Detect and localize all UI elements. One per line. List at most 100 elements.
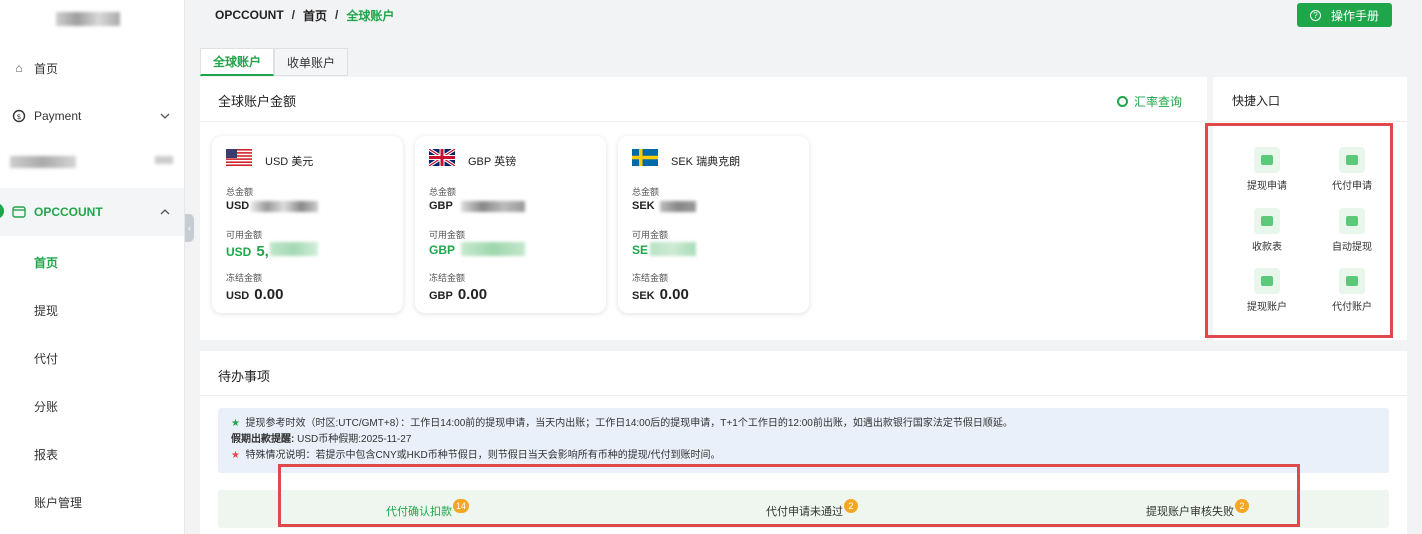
quick-item-label: 收款表 [1252,242,1282,253]
total-currency-code: GBP [429,200,453,212]
frozen-currency-code: SEK [632,290,655,302]
payment-icon: $ [12,109,26,123]
currency-name: GBP 英镑 [468,156,517,168]
sidebar: ⌂ 首页 $ Payment OPCCOUNT 首页 提现 代付 分账 报表 账… [0,0,185,534]
frozen-currency-code: USD [226,290,250,302]
sidebar-item-label: 首页 [34,61,59,76]
breadcrumb-separator: / [291,8,296,22]
breadcrumb-root[interactable]: OPCCOUNT [215,8,284,22]
header: OPCCOUNT / 首页 / 全球账户 ? 操作手册 [200,0,1407,30]
masked-amount [270,242,318,256]
available-label: 可用金额 [226,230,263,240]
available-currency-code: GBP [429,243,456,257]
star-icon: ★ [231,450,240,461]
notice-text: 特殊情况说明：若提示中包含CNY或HKD币种节假日，则节假日当天会影响所有币种的… [245,450,721,461]
frozen-amount: USD 0.00 [226,286,283,303]
breadcrumb-current: 全球账户 [346,8,395,23]
quick-receipt-table[interactable]: 收款表 [1237,208,1297,253]
quick-item-label: 代付申请 [1332,181,1372,192]
frozen-value: 0.00 [659,286,689,303]
masked-amount [250,201,318,212]
currency-name: USD 美元 [265,156,314,168]
frozen-label: 冻结金额 [632,273,669,283]
available-amount: USD 5, [226,243,269,260]
quick-item-label: 代付账户 [1332,302,1372,313]
star-icon: ★ [231,418,240,429]
currency-card-gbp[interactable]: GBP 英镑 总金额 GBP 可用金额 GBP 冻结金额 GBP 0.00 [415,136,606,313]
breadcrumb-home[interactable]: 首页 [303,7,327,24]
panel-title: 全球账户金额 [218,94,297,109]
uk-flag-icon [429,149,455,166]
payout-request-icon [1339,147,1365,173]
refresh-icon [1116,96,1128,107]
sidebar-item-home[interactable]: ⌂ 首页 [0,44,184,92]
breadcrumb-separator: / [335,8,339,22]
chevron-up-icon [160,206,170,218]
highlight-box-todo-items [278,464,1300,527]
tab-global-account[interactable]: 全球账户 [200,48,275,76]
question-icon: ? [1309,9,1321,21]
total-currency-code: USD [226,200,250,212]
quick-withdraw-account[interactable]: 提现账户 [1237,268,1297,313]
sweden-flag-icon [632,149,658,166]
todo-title: 待办事项 [218,369,271,384]
receipt-table-icon [1254,208,1280,234]
sidebar-group-opccount[interactable]: OPCCOUNT [0,188,184,236]
exchange-rate-link[interactable]: 汇率查询 [1116,93,1182,110]
logo [56,12,120,26]
withdraw-request-icon [1254,147,1280,173]
available-currency-code: SE [632,243,649,257]
manual-button[interactable]: ? 操作手册 [1297,3,1392,27]
frozen-label: 冻结金额 [429,273,466,283]
available-label: 可用金额 [632,230,669,240]
notice-line: ★ 特殊情况说明：若提示中包含CNY或HKD币种节假日，则节假日当天会影响所有币… [231,448,1376,464]
us-flag-icon [226,149,252,166]
sidebar-item-label: Payment [34,109,82,123]
sidebar-sub-split[interactable]: 分账 [34,398,58,415]
available-label: 可用金额 [429,230,466,240]
divider [200,121,1207,122]
quick-auto-withdraw[interactable]: 自动提现 [1322,208,1382,253]
quick-withdraw-request[interactable]: 提现申请 [1237,147,1297,192]
sidebar-sub-home[interactable]: 首页 [34,254,58,271]
masked-menu-item [10,156,76,168]
total-label: 总金额 [632,187,660,197]
frozen-value: 0.00 [254,286,284,303]
frozen-currency-code: GBP [429,290,453,302]
total-currency-code: SEK [632,200,655,212]
masked-amount [650,242,696,256]
sidebar-sub-payout[interactable]: 代付 [34,350,58,367]
wallet-icon [12,205,26,219]
sidebar-sub-withdraw[interactable]: 提现 [34,302,58,319]
quick-item-label: 提现账户 [1247,302,1287,313]
currency-name: SEK 瑞典克朗 [671,156,741,168]
divider [1213,121,1407,122]
masked-amount [461,242,525,256]
sidebar-sub-account-management[interactable]: 账户管理 [34,494,82,511]
frozen-amount: GBP 0.00 [429,286,487,303]
total-label: 总金额 [429,187,457,197]
notice-holiday-label: 假期出款提醒: [231,434,295,445]
exchange-rate-label: 汇率查询 [1133,95,1182,109]
sidebar-item-payment[interactable]: $ Payment [0,92,184,140]
tab-acquiring-account[interactable]: 收单账户 [274,48,349,76]
currency-card-usd[interactable]: USD 美元 总金额 USD 可用金额 USD 5, 冻结金额 USD 0.00 [212,136,403,313]
notice-line: 假期出款提醒: USD币种假期:2025-11-27 [231,432,1376,448]
quick-payout-account[interactable]: 代付账户 [1322,268,1382,313]
quick-payout-request[interactable]: 代付申请 [1322,147,1382,192]
auto-withdraw-icon [1339,208,1365,234]
currency-card-sek[interactable]: SEK 瑞典克朗 总金额 SEK 可用金额 SE 冻结金额 SEK 0.00 [618,136,809,313]
breadcrumb: OPCCOUNT / 首页 / 全球账户 [200,7,394,24]
masked-menu-item-tail [155,156,173,164]
account-tabs: 全球账户 收单账户 [200,48,349,76]
sidebar-collapse-handle[interactable]: ‹ [185,214,194,242]
masked-amount [660,201,696,212]
frozen-amount: SEK 0.00 [632,286,689,303]
frozen-value: 0.00 [457,286,488,303]
home-icon: ⌂ [15,61,23,75]
svg-text:$: $ [17,113,21,121]
sidebar-sub-report[interactable]: 报表 [34,446,58,463]
quick-entry-title: 快捷入口 [1232,94,1281,108]
manual-button-label: 操作手册 [1330,8,1379,23]
sidebar-group-label: OPCCOUNT [34,205,103,219]
